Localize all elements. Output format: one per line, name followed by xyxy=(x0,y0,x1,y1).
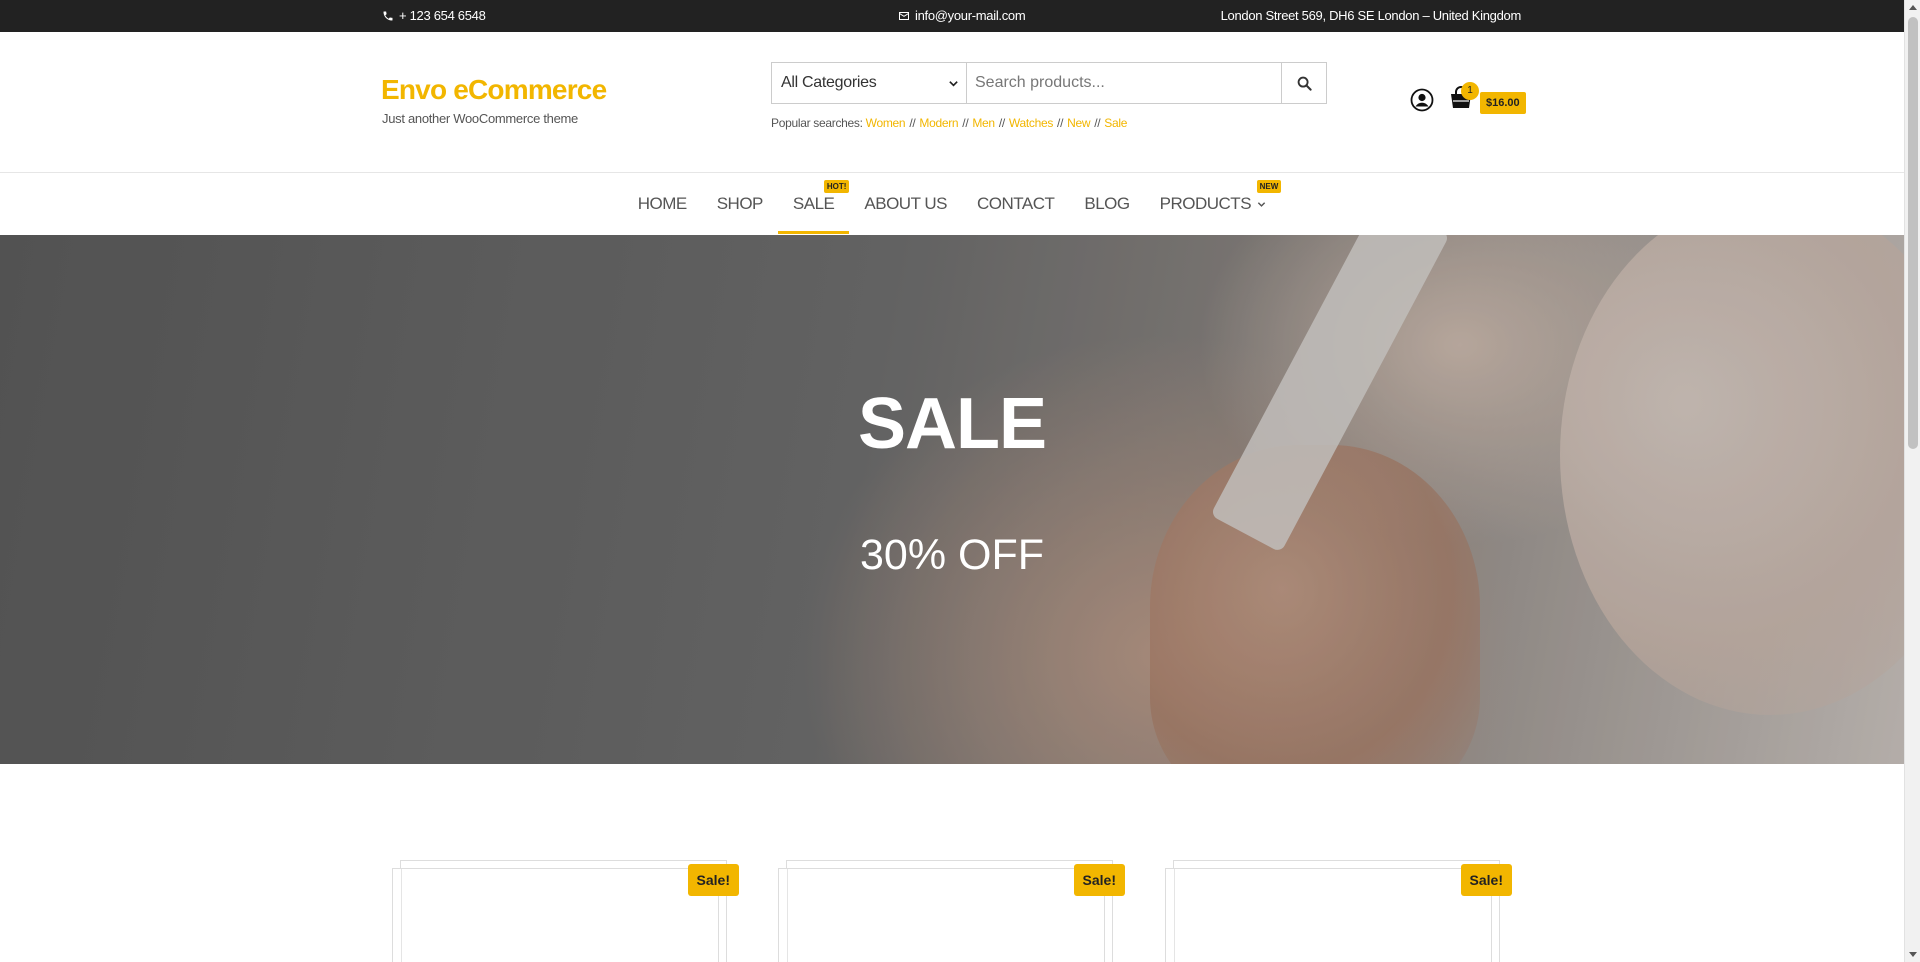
popular-separator: // xyxy=(962,116,969,130)
user-account-icon[interactable] xyxy=(1410,88,1434,112)
hero-banner: SALE 30% OFF xyxy=(0,235,1904,764)
product-card[interactable]: Sale! xyxy=(778,860,1125,962)
phone-icon xyxy=(383,11,393,20)
page-scrollbar[interactable] xyxy=(1904,0,1920,962)
nav-home-label: HOME xyxy=(637,194,688,213)
nav-products-label: PRODUCTS xyxy=(1159,194,1252,213)
scroll-up-icon[interactable] xyxy=(1909,5,1917,10)
search-button[interactable] xyxy=(1281,63,1326,103)
search-input[interactable] xyxy=(967,63,1281,103)
nav-blog[interactable]: BLOG xyxy=(1069,174,1144,234)
search-icon xyxy=(1297,76,1312,91)
nav-contact[interactable]: CONTACT xyxy=(962,174,1069,234)
nav-shop-label: SHOP xyxy=(716,194,764,213)
product-card[interactable]: Sale! xyxy=(392,860,739,962)
phone-contact[interactable]: + 123 654 6548 xyxy=(382,8,486,23)
email-contact[interactable]: info@your-mail.com xyxy=(898,8,1026,23)
nav-products[interactable]: PRODUCTS NEW xyxy=(1145,174,1282,234)
cart-total[interactable]: $16.00 xyxy=(1480,92,1526,114)
popular-separator: // xyxy=(909,116,916,130)
phone-text: + 123 654 6548 xyxy=(399,8,486,23)
nav-shop[interactable]: SHOP xyxy=(702,174,778,234)
sale-badge: Sale! xyxy=(687,864,739,896)
cart-count-badge: 1 xyxy=(1461,82,1479,100)
popular-separator: // xyxy=(998,116,1005,130)
popular-search-modern[interactable]: Modern xyxy=(919,116,958,130)
sale-badge: Sale! xyxy=(1073,864,1125,896)
hot-badge: HOT! xyxy=(823,180,850,193)
category-select[interactable]: All Categories xyxy=(772,63,967,103)
hero-title: SALE xyxy=(857,384,1047,464)
top-bar: + 123 654 6548 info@your-mail.com London… xyxy=(0,0,1904,32)
product-image xyxy=(778,868,1105,962)
popular-separator: // xyxy=(1057,116,1064,130)
chevron-down-icon xyxy=(949,80,958,87)
email-text: info@your-mail.com xyxy=(915,8,1026,23)
popular-separator: // xyxy=(1094,116,1101,130)
product-image xyxy=(392,868,719,962)
popular-search-sale[interactable]: Sale xyxy=(1104,116,1127,130)
popular-searches: Popular searches: Women//Modern//Men//Wa… xyxy=(771,116,1127,130)
product-search-form: All Categories xyxy=(771,62,1327,104)
popular-searches-label: Popular searches: xyxy=(771,116,863,130)
nav-sale[interactable]: SALE HOT! xyxy=(777,174,850,234)
nav-about-us-label: ABOUT US xyxy=(864,194,947,213)
category-select-value: All Categories xyxy=(781,74,877,91)
scrollbar-thumb[interactable] xyxy=(1908,17,1918,449)
scroll-down-icon[interactable] xyxy=(1909,952,1917,957)
main-navigation: HOME SHOP SALE HOT! ABOUT US CONTACT BLO… xyxy=(0,174,1904,234)
hero-overlay xyxy=(0,235,1904,764)
popular-search-women[interactable]: Women xyxy=(866,116,906,130)
new-badge: NEW xyxy=(1256,180,1282,193)
nav-blog-label: BLOG xyxy=(1084,194,1130,213)
site-header: Envo eCommerce Just another WooCommerce … xyxy=(0,32,1904,173)
envelope-icon xyxy=(899,11,909,20)
address-text: London Street 569, DH6 SE London – Unite… xyxy=(1220,8,1522,23)
nav-sale-label: SALE xyxy=(792,194,835,213)
sale-badge: Sale! xyxy=(1460,864,1512,896)
nav-home[interactable]: HOME xyxy=(623,174,702,234)
product-image xyxy=(1165,868,1492,962)
nav-contact-label: CONTACT xyxy=(976,194,1055,213)
product-card[interactable]: Sale! xyxy=(1165,860,1512,962)
chevron-down-icon xyxy=(1258,202,1266,207)
site-tagline: Just another WooCommerce theme xyxy=(382,111,578,126)
hero-subtitle: 30% OFF xyxy=(860,531,1044,579)
popular-search-men[interactable]: Men xyxy=(972,116,995,130)
popular-search-new[interactable]: New xyxy=(1067,116,1090,130)
nav-about-us[interactable]: ABOUT US xyxy=(849,174,962,234)
site-logo[interactable]: Envo eCommerce xyxy=(381,74,607,106)
popular-search-watches[interactable]: Watches xyxy=(1009,116,1053,130)
